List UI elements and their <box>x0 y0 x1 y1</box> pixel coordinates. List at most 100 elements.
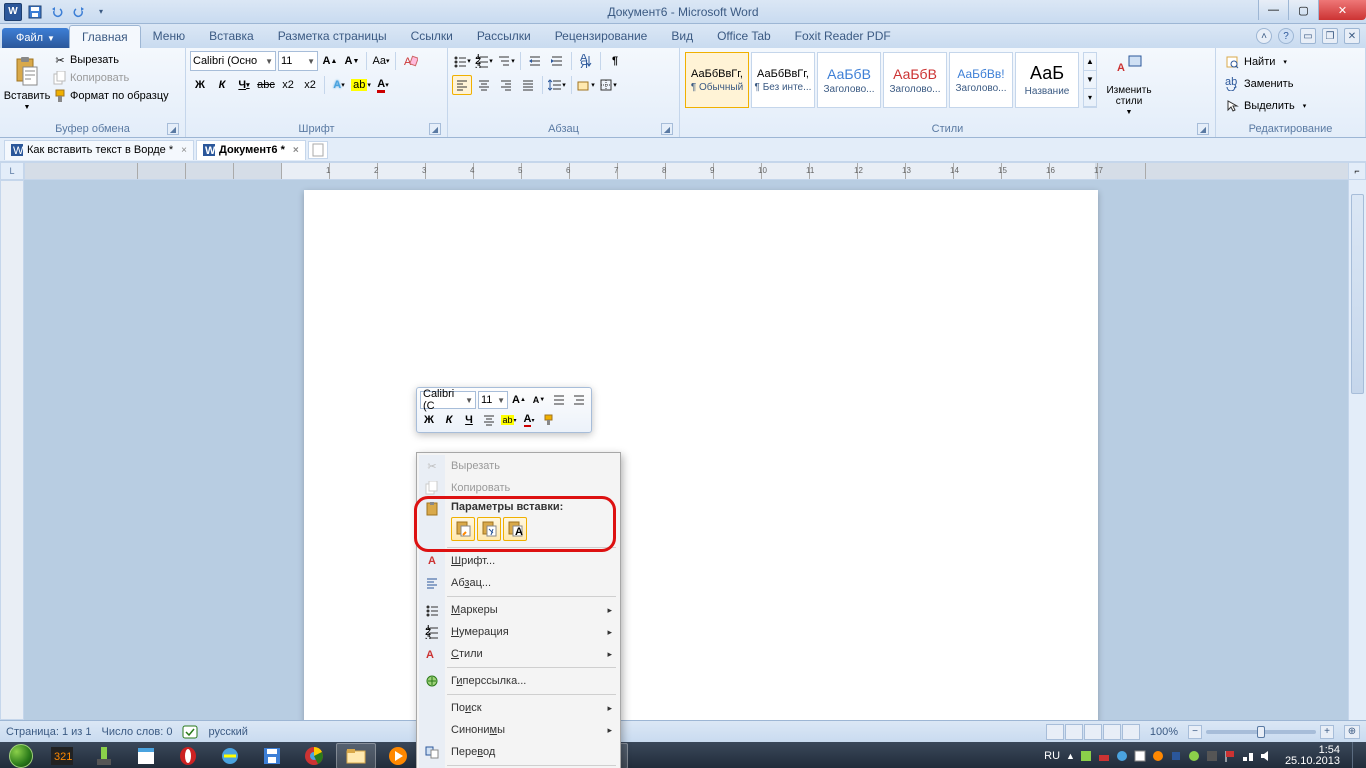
numbering-button[interactable]: 123▾ <box>474 51 494 71</box>
minimize-button[interactable]: — <box>1258 0 1288 20</box>
increase-indent-button[interactable] <box>547 51 567 71</box>
bullets-button[interactable]: ▾ <box>452 51 472 71</box>
zoom-fit-button[interactable]: ⊕ <box>1344 725 1360 739</box>
ctx-numbering[interactable]: 123Нумерация▸ <box>419 621 618 643</box>
paste-merge-button[interactable] <box>477 517 501 541</box>
tray-icon-1[interactable] <box>1079 749 1093 763</box>
tray-clock[interactable]: 1:5425.10.2013 <box>1279 745 1346 767</box>
tab-разметка-страницы[interactable]: Разметка страницы <box>266 25 399 48</box>
mini-increase-indent[interactable] <box>570 391 588 409</box>
mini-size-combo[interactable]: 11▼ <box>478 391 508 409</box>
taskbar-media[interactable] <box>378 743 418 768</box>
view-outline[interactable] <box>1103 724 1121 740</box>
find-button[interactable]: Найти▾ <box>1220 52 1310 72</box>
tray-icon-5[interactable] <box>1151 749 1165 763</box>
tray-network-icon[interactable] <box>1241 749 1255 763</box>
underline-button[interactable]: Ч▾ <box>234 75 254 95</box>
align-center-button[interactable] <box>474 75 494 95</box>
undo-icon[interactable] <box>48 3 66 21</box>
font-size-combo[interactable]: 11▼ <box>278 51 318 71</box>
qat-customize-icon[interactable]: ▾ <box>92 3 110 21</box>
status-language[interactable]: русский <box>208 726 247 738</box>
mini-bold[interactable]: Ж <box>420 411 438 429</box>
ctx-search[interactable]: Поиск▸ <box>419 697 618 719</box>
mini-decrease-indent[interactable] <box>550 391 568 409</box>
tray-icon-8[interactable] <box>1205 749 1219 763</box>
ctx-synonyms[interactable]: Синонимы▸ <box>419 719 618 741</box>
style-item-1[interactable]: АаБбВвГг,¶ Без инте... <box>751 52 815 108</box>
clear-formatting-button[interactable]: A <box>400 51 420 71</box>
tab-вставка[interactable]: Вставка <box>197 25 266 48</box>
tab-рецензирование[interactable]: Рецензирование <box>543 25 660 48</box>
text-effects-button[interactable]: A▾ <box>329 75 349 95</box>
doctab-1[interactable]: WДокумент6 *× <box>196 140 306 160</box>
tray-lang[interactable]: RU <box>1044 750 1060 762</box>
taskbar-ie[interactable] <box>210 743 250 768</box>
help-icon[interactable]: ? <box>1278 28 1294 44</box>
status-proofing-icon[interactable] <box>182 725 198 739</box>
mini-grow-font[interactable]: A▲ <box>510 391 528 409</box>
show-desktop-button[interactable] <box>1352 742 1362 768</box>
scrollbar-thumb[interactable] <box>1351 194 1364 394</box>
ctx-font[interactable]: AШрифт... <box>419 550 618 572</box>
tab-рассылки[interactable]: Рассылки <box>465 25 543 48</box>
subscript-button[interactable]: x2 <box>278 75 298 95</box>
bold-button[interactable]: Ж <box>190 75 210 95</box>
ctx-paragraph[interactable]: Абзац... <box>419 572 618 594</box>
taskbar-explorer[interactable] <box>336 743 376 768</box>
tab-selector[interactable]: L <box>0 162 24 180</box>
tab-главная[interactable]: Главная <box>69 25 141 48</box>
font-color-button[interactable]: A▾ <box>373 75 393 95</box>
ctx-bullets[interactable]: Маркеры▸ <box>419 599 618 621</box>
clipboard-dialog-launcher[interactable]: ◢ <box>167 123 179 135</box>
styles-dialog-launcher[interactable]: ◢ <box>1197 123 1209 135</box>
taskbar-app-3[interactable] <box>126 743 166 768</box>
maximize-button[interactable]: ▢ <box>1288 0 1318 20</box>
status-words[interactable]: Число слов: 0 <box>102 726 173 738</box>
paragraph-dialog-launcher[interactable]: ◢ <box>661 123 673 135</box>
tab-меню[interactable]: Меню <box>141 25 197 48</box>
style-item-4[interactable]: АаБбВв!Заголово... <box>949 52 1013 108</box>
align-right-button[interactable] <box>496 75 516 95</box>
tray-icon-7[interactable] <box>1187 749 1201 763</box>
document-viewport[interactable] <box>24 180 1348 720</box>
ctx-styles[interactable]: AСтили▸ <box>419 643 618 665</box>
format-painter-button[interactable]: Формат по образцу <box>52 88 169 104</box>
taskbar-app-2[interactable] <box>84 743 124 768</box>
ribbon-minimize-icon[interactable]: ˄ <box>1256 28 1272 44</box>
line-spacing-button[interactable]: ▾ <box>547 75 567 95</box>
tab-ссылки[interactable]: Ссылки <box>399 25 465 48</box>
mini-format-painter[interactable] <box>540 411 558 429</box>
taskbar-app-1[interactable]: 321 <box>42 743 82 768</box>
copy-button[interactable]: Копировать <box>52 70 169 86</box>
highlight-button[interactable]: ab▾ <box>351 75 371 95</box>
ctx-cut[interactable]: ✂Вырезать <box>419 455 618 477</box>
tray-icon-6[interactable] <box>1169 749 1183 763</box>
replace-button[interactable]: abЗаменить <box>1220 74 1310 94</box>
status-page[interactable]: Страница: 1 из 1 <box>6 726 92 738</box>
zoom-out-button[interactable]: − <box>1188 725 1202 739</box>
ribbon-options-icon[interactable]: ▭ <box>1300 28 1316 44</box>
mini-highlight[interactable]: ab▾ <box>500 411 518 429</box>
mini-underline[interactable]: Ч <box>460 411 478 429</box>
shrink-font-button[interactable]: A▼ <box>342 51 362 71</box>
new-doc-tab-button[interactable] <box>308 141 328 159</box>
grow-font-button[interactable]: A▲ <box>320 51 340 71</box>
ctx-hyperlink[interactable]: Гиперссылка... <box>419 670 618 692</box>
paste-keep-source-button[interactable] <box>451 517 475 541</box>
ruler-toggle-button[interactable]: ⌐ <box>1348 162 1366 180</box>
zoom-level[interactable]: 100% <box>1150 726 1178 738</box>
close-tab-icon[interactable]: × <box>181 145 187 156</box>
mini-align-center[interactable] <box>480 411 498 429</box>
shading-button[interactable]: ▾ <box>576 75 596 95</box>
horizontal-ruler[interactable]: 1234567891011121314151617 <box>24 162 1366 180</box>
start-button[interactable] <box>2 742 40 768</box>
align-left-button[interactable] <box>452 75 472 95</box>
font-dialog-launcher[interactable]: ◢ <box>429 123 441 135</box>
tray-icon-2[interactable] <box>1097 749 1111 763</box>
select-button[interactable]: Выделить▾ <box>1220 96 1310 116</box>
close-button[interactable]: ✕ <box>1318 0 1366 20</box>
tray-volume-icon[interactable] <box>1259 749 1273 763</box>
vertical-scrollbar[interactable] <box>1348 180 1366 720</box>
mini-font-color[interactable]: A▾ <box>520 411 538 429</box>
